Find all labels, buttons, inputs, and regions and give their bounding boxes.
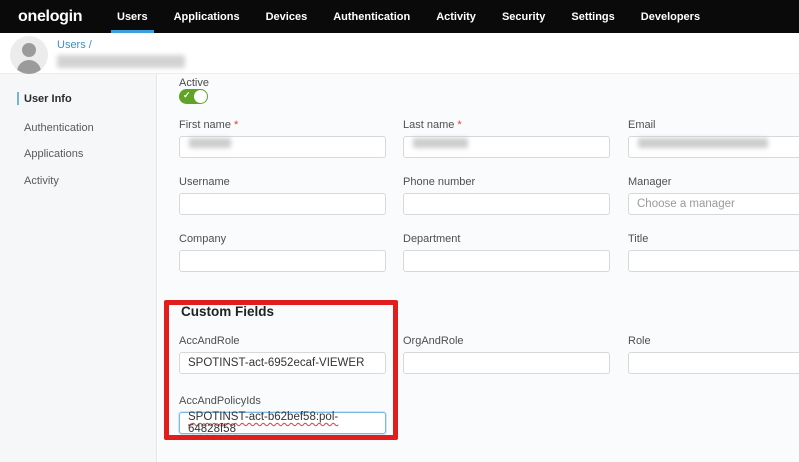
title-field: Title: [628, 233, 799, 272]
onelogin-logo: onelogin: [18, 8, 94, 26]
top-navigation-bar: onelogin Users Applications Devices Auth…: [0, 0, 799, 33]
email-field: Email: [628, 119, 799, 158]
nav-items: Users Applications Devices Authenticatio…: [104, 0, 713, 33]
redacted-value: [638, 138, 768, 148]
manager-field: Manager: [628, 176, 799, 215]
custom-fields-heading: Custom Fields: [181, 304, 274, 319]
sidebar-item-user-info[interactable]: User Info: [0, 91, 156, 107]
acc-and-policy-ids-label: AccAndPolicyIds: [179, 395, 386, 407]
redacted-value: [413, 138, 468, 148]
title-input[interactable]: [628, 250, 799, 272]
sidebar: User Info Authentication Applications Ac…: [0, 74, 157, 462]
username-label: Username: [179, 176, 386, 188]
avatar-head: [22, 43, 36, 57]
nav-item-applications[interactable]: Applications: [161, 0, 253, 33]
acc-and-role-label: AccAndRole: [179, 335, 386, 347]
redacted-user-name: [57, 55, 185, 68]
phone-number-label: Phone number: [403, 176, 610, 188]
phone-number-field: Phone number: [403, 176, 610, 215]
acc-and-role-field: AccAndRole: [179, 335, 386, 374]
department-field: Department: [403, 233, 610, 272]
username-input[interactable]: [179, 193, 386, 215]
onelogin-user-page: onelogin Users Applications Devices Auth…: [0, 0, 799, 462]
toggle-check-icon: ✓: [183, 90, 191, 101]
nav-item-settings[interactable]: Settings: [558, 0, 627, 33]
title-label: Title: [628, 233, 799, 245]
nav-item-devices[interactable]: Devices: [253, 0, 321, 33]
org-and-role-field: OrgAndRole: [403, 335, 610, 374]
acc-and-policy-ids-field: AccAndPolicyIds SPOTINST-act-b62bef58:po…: [179, 395, 386, 434]
nav-item-activity[interactable]: Activity: [423, 0, 489, 33]
role-label: Role: [628, 335, 799, 347]
company-label: Company: [179, 233, 386, 245]
department-input[interactable]: [403, 250, 610, 272]
active-toggle-label: Active: [179, 77, 209, 89]
page-header: Users /: [0, 33, 799, 74]
required-asterisk: *: [234, 119, 238, 131]
active-toggle[interactable]: ✓: [179, 89, 208, 104]
nav-item-security[interactable]: Security: [489, 0, 558, 33]
nav-item-authentication[interactable]: Authentication: [320, 0, 423, 33]
required-asterisk: *: [457, 119, 461, 131]
nav-item-users[interactable]: Users: [104, 0, 161, 33]
last-name-field: Last name*: [403, 119, 610, 158]
redacted-value: [189, 138, 231, 148]
role-input[interactable]: [628, 352, 799, 374]
last-name-label: Last name*: [403, 119, 610, 131]
role-field: Role: [628, 335, 799, 374]
email-label: Email: [628, 119, 799, 131]
department-label: Department: [403, 233, 610, 245]
acc-and-role-input[interactable]: [179, 352, 386, 374]
sidebar-item-applications[interactable]: Applications: [0, 146, 156, 162]
user-info-form: Active ✓ First name* Last name* Email Us…: [158, 74, 799, 462]
org-and-role-label: OrgAndRole: [403, 335, 610, 347]
toggle-knob: [194, 90, 207, 103]
company-input[interactable]: [179, 250, 386, 272]
sidebar-item-authentication[interactable]: Authentication: [0, 120, 156, 136]
avatar-shoulders: [17, 60, 41, 74]
first-name-label: First name*: [179, 119, 386, 131]
org-and-role-input[interactable]: [403, 352, 610, 374]
phone-number-input[interactable]: [403, 193, 610, 215]
manager-label: Manager: [628, 176, 799, 188]
breadcrumb-users-link[interactable]: Users /: [57, 39, 92, 51]
first-name-field: First name*: [179, 119, 386, 158]
company-field: Company: [179, 233, 386, 272]
manager-input[interactable]: [628, 193, 799, 215]
nav-item-developers[interactable]: Developers: [628, 0, 713, 33]
user-avatar-icon: [10, 36, 48, 74]
sidebar-item-activity[interactable]: Activity: [0, 173, 156, 189]
acc-and-policy-ids-value: SPOTINST-act-b62bef58:pol-64828f58: [188, 411, 377, 435]
username-field: Username: [179, 176, 386, 215]
acc-and-policy-ids-input[interactable]: SPOTINST-act-b62bef58:pol-64828f58: [179, 412, 386, 434]
